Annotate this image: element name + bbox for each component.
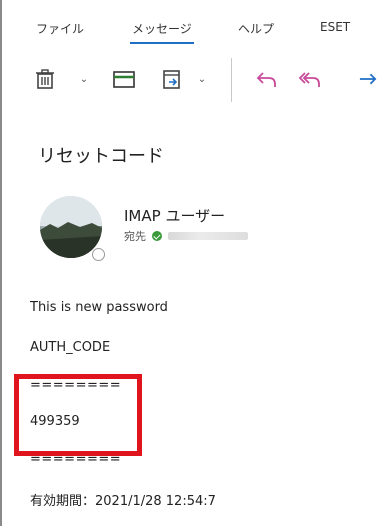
expiry-line: 有効期間：2021/1/28 12:54:7 xyxy=(30,494,216,509)
tab-help[interactable]: ヘルプ xyxy=(238,20,274,37)
toolbar: ⌄ ⌄ xyxy=(0,55,379,101)
forward-button[interactable] xyxy=(358,69,379,89)
archive-button[interactable] xyxy=(112,69,136,89)
presence-status-icon xyxy=(92,248,105,261)
recipient-status-icon xyxy=(152,231,162,241)
tab-eset[interactable]: ESET xyxy=(320,20,350,34)
avatar[interactable] xyxy=(40,196,102,258)
code-highlight-box xyxy=(14,374,142,456)
recipient-row: 宛先 xyxy=(124,228,248,244)
ribbon-tabs: ファイル メッセージ ヘルプ ESET xyxy=(0,0,379,48)
body-line-1: This is new password xyxy=(30,300,168,315)
undo-all-button[interactable] xyxy=(296,69,322,89)
archive-icon xyxy=(113,71,135,88)
sender-name[interactable]: IMAP ユーザー xyxy=(124,205,225,226)
avatar-image-icon xyxy=(40,196,102,258)
delete-dropdown[interactable]: ⌄ xyxy=(78,69,90,89)
move-button[interactable] xyxy=(162,69,186,89)
undo-icon xyxy=(256,72,276,87)
tab-file[interactable]: ファイル xyxy=(36,20,84,37)
forward-icon xyxy=(359,73,377,85)
chevron-down-icon: ⌄ xyxy=(197,73,207,85)
toolbar-separator xyxy=(231,58,232,102)
chevron-down-icon: ⌄ xyxy=(79,73,89,85)
email-subject: リセットコード xyxy=(38,146,164,167)
tab-message[interactable]: メッセージ xyxy=(130,20,194,44)
delete-button[interactable] xyxy=(34,69,56,89)
undo-button[interactable] xyxy=(254,69,278,89)
recipient-redacted[interactable] xyxy=(168,232,248,240)
move-icon xyxy=(163,70,180,89)
move-dropdown[interactable]: ⌄ xyxy=(196,69,208,89)
recipient-label: 宛先 xyxy=(124,230,146,243)
undo-all-icon xyxy=(298,72,320,87)
delete-icon xyxy=(36,69,54,89)
body-line-2: AUTH_CODE xyxy=(30,340,111,355)
